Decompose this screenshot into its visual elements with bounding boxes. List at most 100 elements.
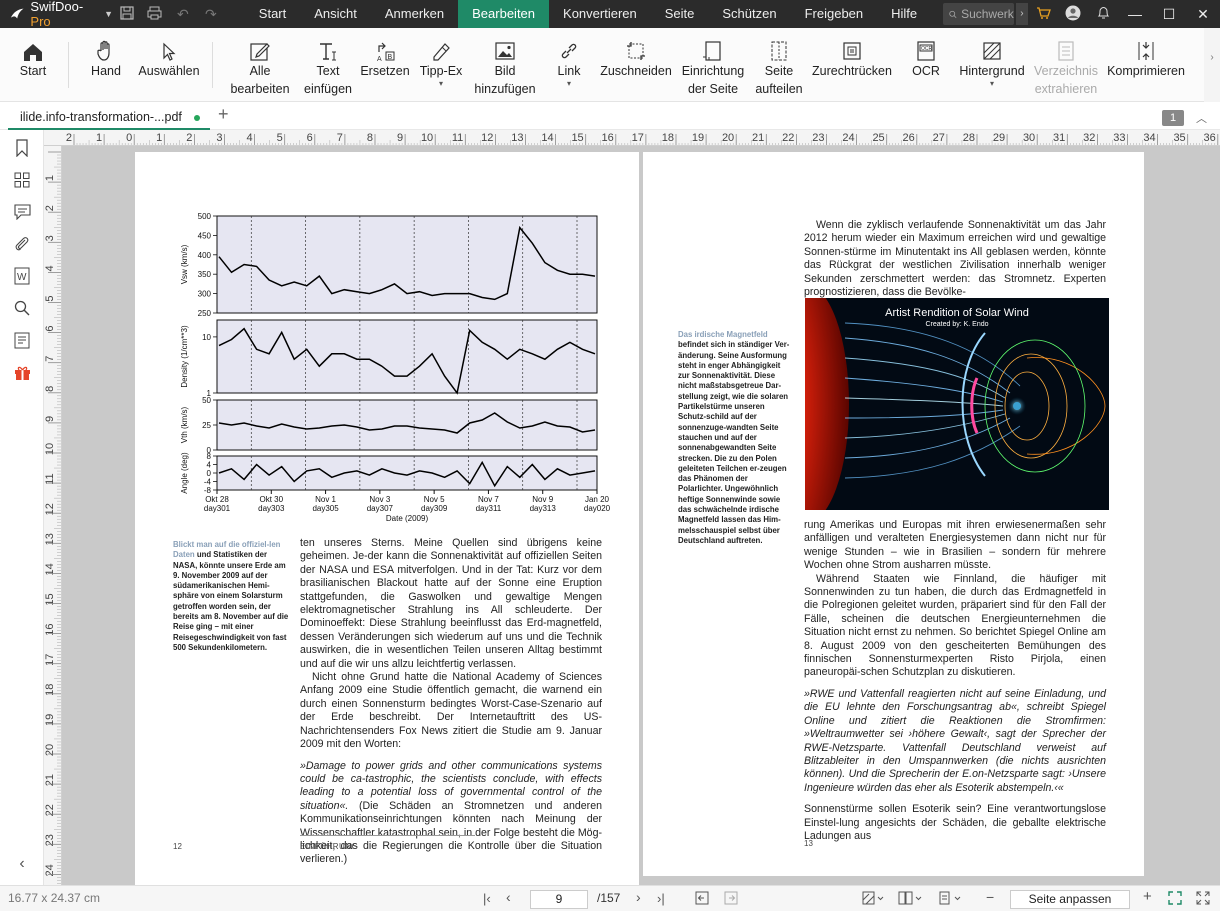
add-image-button[interactable]: Bild hinzufügen <box>474 28 536 102</box>
add-tab-button[interactable]: + <box>218 104 229 125</box>
search-icon <box>949 10 957 18</box>
last-page-button[interactable]: ›| <box>657 891 665 906</box>
select-tool-button[interactable]: Auswählen <box>138 28 200 102</box>
deskew-button[interactable]: Zurechtrücken <box>812 28 892 102</box>
chart-x-tick-label: Nov 1 <box>315 495 336 504</box>
compress-button[interactable]: Komprimieren <box>1104 28 1188 102</box>
page-setup-button[interactable]: Einrichtung der Seite <box>680 28 746 102</box>
chart-y-axis-label: Angle (deg) <box>180 452 189 494</box>
print-icon[interactable] <box>141 6 169 23</box>
form-fields-icon[interactable] <box>12 330 32 350</box>
menu-edit[interactable]: Bearbeiten <box>458 0 550 28</box>
image-credit: Created by: K. Endo <box>925 321 988 328</box>
chart-x-tick-label: Nov 7 <box>478 495 499 504</box>
zoom-select[interactable]: Seite anpassen <box>1010 890 1130 909</box>
page-number-input[interactable]: 9 <box>530 890 588 909</box>
document-canvas[interactable]: 500 450 400 350 300 250 Vsw (km/s) 10 1 Density (… <box>62 146 1220 885</box>
ribbon-scroll-right[interactable]: › <box>1204 28 1220 102</box>
minimize-button[interactable]: — <box>1118 6 1152 22</box>
ruler-label: 11 <box>452 132 463 144</box>
page-dimensions: 16.77 x 24.37 cm <box>8 891 101 905</box>
ruler-label: 2 <box>66 132 72 144</box>
thumbnails-icon[interactable] <box>12 170 32 190</box>
bell-icon[interactable] <box>1088 6 1118 23</box>
menu-share[interactable]: Freigeben <box>791 0 878 28</box>
extract-toc-button[interactable]: Verzeichnis extrahieren <box>1034 28 1098 102</box>
view-mode-icon[interactable] <box>862 891 886 908</box>
menu-view[interactable]: Ansicht <box>300 0 371 28</box>
rotate-view-icon[interactable] <box>938 891 964 908</box>
menu-help[interactable]: Hilfe <box>877 0 931 28</box>
zoom-in-button[interactable]: + <box>1143 888 1152 905</box>
ruler-label: 2 <box>186 132 192 144</box>
comment-icon[interactable] <box>12 202 32 222</box>
chart-y-tick-label: 10 <box>202 333 211 342</box>
edit-all-button[interactable]: Alle bearbeiten <box>229 28 291 102</box>
page-13[interactable]: Wenn die zyklisch verlaufende Sonnenakti… <box>643 152 1144 876</box>
zoom-out-button[interactable]: − <box>986 889 994 905</box>
maximize-button[interactable]: ☐ <box>1152 6 1186 23</box>
menu-page[interactable]: Seite <box>651 0 709 28</box>
redo-icon[interactable]: ↷ <box>197 6 225 23</box>
ruler-label: 31 <box>1053 132 1065 144</box>
eraser-pen-icon <box>433 43 450 61</box>
page-layout-icon[interactable] <box>898 891 924 908</box>
fullscreen-icon[interactable] <box>1196 891 1210 908</box>
add-text-button[interactable]: Text einfügen <box>300 28 356 102</box>
ruler-label: 29 <box>993 132 1005 144</box>
back-icon[interactable] <box>695 891 709 908</box>
bookmark-icon[interactable] <box>12 138 32 158</box>
menu-protect[interactable]: Schützen <box>708 0 790 28</box>
start-button[interactable]: Start <box>18 28 48 102</box>
forward-icon[interactable] <box>724 891 738 908</box>
background-icon <box>983 42 1001 60</box>
ocr-button[interactable]: OCR OCR <box>906 28 946 102</box>
ribbon-toolbar: Start Hand Auswählen Alle bearbeiten Tex… <box>0 28 1220 102</box>
background-button[interactable]: Hintergrund ▾ <box>956 28 1028 102</box>
cart-icon[interactable] <box>1028 6 1058 23</box>
gift-icon[interactable] <box>12 362 32 382</box>
page-12[interactable]: 500 450 400 350 300 250 Vsw (km/s) 10 1 Density (… <box>135 152 639 885</box>
next-page-button[interactable]: › <box>636 889 641 905</box>
document-tab[interactable]: ilide.info-transformation-...pdf <box>8 104 210 130</box>
page-number: 13 <box>804 839 813 848</box>
chart-y-tick-label: 500 <box>198 212 212 221</box>
first-page-button[interactable]: |‹ <box>483 891 491 906</box>
ruler-label: 22 <box>782 132 794 144</box>
chevron-right-icon[interactable]: › <box>1015 3 1028 25</box>
deskew-icon <box>843 42 861 60</box>
body-text-right: rung Amerikas und Europas mit ihren erwi… <box>804 519 1106 842</box>
split-page-button[interactable]: Seite aufteilen <box>752 28 806 102</box>
replace-button[interactable]: BA Ersetzen <box>360 28 410 102</box>
prev-page-button[interactable]: ‹ <box>506 889 511 905</box>
ruler-label: 12 <box>481 132 493 144</box>
ruler-label: 8 <box>367 132 373 144</box>
fit-page-icon[interactable] <box>1168 891 1182 908</box>
chevron-up-icon[interactable]: ︿ <box>1196 110 1207 126</box>
menu-start[interactable]: Start <box>245 0 300 28</box>
ruler-label: 13 <box>511 132 523 144</box>
hand-tool-button[interactable]: Hand <box>86 28 126 102</box>
link-button[interactable]: Link ▾ <box>548 28 590 102</box>
menu-convert[interactable]: Konvertieren <box>549 0 651 28</box>
ruler-label: 35 <box>1173 132 1185 144</box>
account-icon[interactable] <box>1058 5 1088 24</box>
chart-x-tick-label: Nov 5 <box>424 495 445 504</box>
crop-button[interactable]: Zuschneiden <box>600 28 672 102</box>
document-tabs: ilide.info-transformation-...pdf <box>0 102 1220 130</box>
word-export-icon[interactable]: W <box>12 266 32 286</box>
search-icon[interactable] <box>12 298 32 318</box>
ruler-label: 36 <box>1204 132 1216 144</box>
chart-y-axis-label: Vsw (km/s) <box>180 244 189 284</box>
app-menu-button[interactable]: SwifDoo-Pro ▼ <box>0 0 113 29</box>
save-icon[interactable] <box>113 5 141 23</box>
typo-correct-button[interactable]: Tipp-Ex ▾ <box>416 28 466 102</box>
unsaved-dot-icon <box>194 115 200 121</box>
menu-annotate[interactable]: Anmerken <box>371 0 458 28</box>
attachment-icon[interactable] <box>12 234 32 254</box>
undo-icon[interactable]: ↶ <box>169 6 197 23</box>
search-field[interactable]: Suchwerk <box>943 3 1014 25</box>
split-page-icon <box>771 41 787 61</box>
collapse-sidebar-icon[interactable]: ‹ <box>12 854 32 874</box>
close-button[interactable]: ✕ <box>1186 6 1220 23</box>
